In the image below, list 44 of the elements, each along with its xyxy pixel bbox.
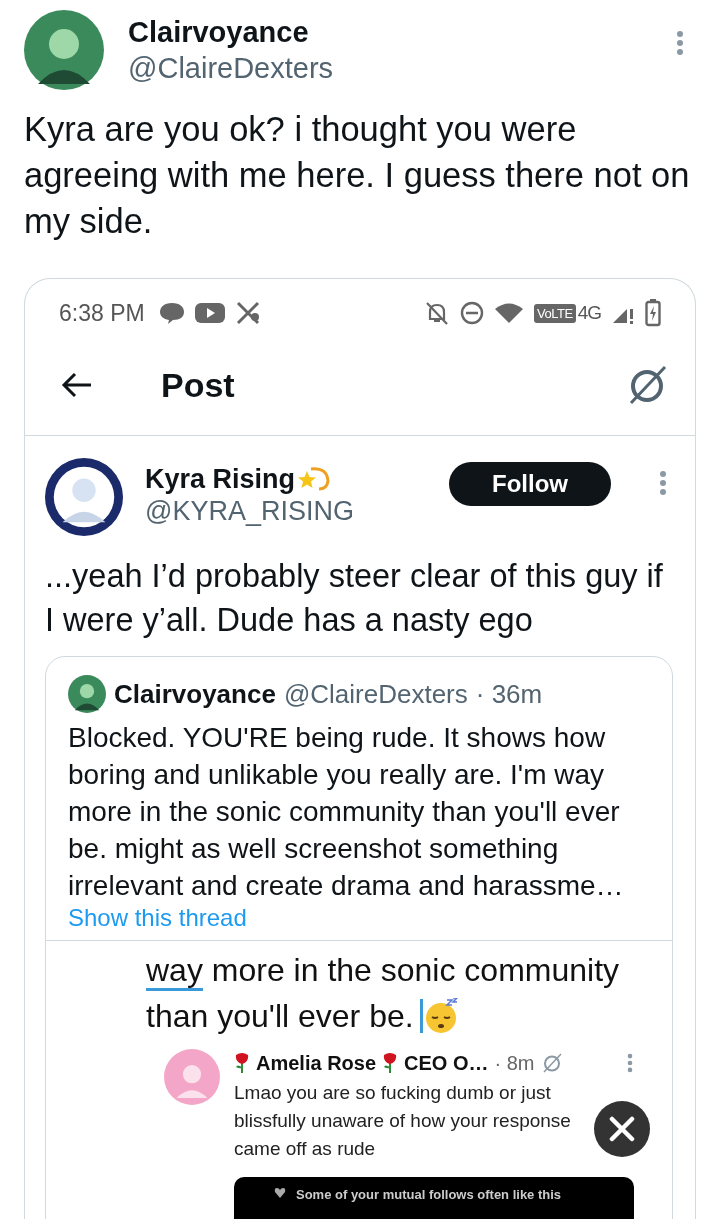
more-icon[interactable] [676,30,684,56]
do-not-disturb-icon [460,301,485,325]
battery-icon [645,299,661,327]
close-button[interactable] [594,1101,650,1157]
avatar[interactable] [68,675,106,713]
back-arrow-icon[interactable] [61,372,93,398]
post-time: · 8m [494,1051,535,1075]
avatar[interactable] [45,458,123,536]
follow-button[interactable]: Follow [449,462,611,506]
user-name: Clairvoyance [114,678,276,710]
status-time: 6:38 PM [59,299,145,327]
network-label: VoLTE [534,303,576,323]
page-title: Post [161,365,236,405]
chat-bubble-icon [158,301,185,325]
network-type-label: 4G [577,302,601,324]
sleeping-face-icon [424,998,459,1034]
screenshot-text: than you'll ever be. [146,997,414,1036]
reply-text: Lmao you are so fucking dumb or just blissfully unaware of how your response came off as rude [234,1081,572,1161]
user-name: Amelia Rose [256,1051,377,1075]
slashed-circle-icon[interactable] [540,1052,563,1074]
user-handle: @ClaireDexters [283,678,468,710]
more-icon[interactable] [659,470,667,496]
user-name: Clairvoyance [128,15,310,50]
quote-text: Blocked. YOU'RE being rude. It shows how boring and unlikable you really are. I'm way more in the sonic community than you'll ever be. might as well screenshot something irrelevant and create drama and harassme… [67,721,625,903]
play-button-icon [194,302,225,324]
rose-icon [382,1052,399,1074]
wifi-icon [494,302,525,324]
user-handle: @ClaireDexters [128,51,335,86]
user-name: Kyra Rising [145,463,296,495]
crossed-x-icon [234,300,261,326]
sparkle-star-icon [297,465,332,493]
heart-icon [274,1187,286,1199]
tweet-text: Kyra are you ok? i thought you were agreeing with me here. I guess there not on my side. [24,109,691,242]
avatar[interactable] [24,10,104,90]
user-title: CEO O… [404,1051,489,1075]
banner-text: Some of your mutual follows often like this [296,1187,562,1202]
post-time: · 36m [475,678,543,710]
post-text: ...yeah I’d probably steer clear of this guy if I were y’all. Dude has a nasty ego [45,557,664,640]
more-icon[interactable] [626,1053,634,1073]
user-handle: @KYRA_RISING [145,496,355,527]
muted-bell-icon [424,300,451,326]
close-icon [609,1116,635,1142]
screenshot-text: way more in the sonic community [146,947,620,993]
rose-icon [234,1052,250,1074]
